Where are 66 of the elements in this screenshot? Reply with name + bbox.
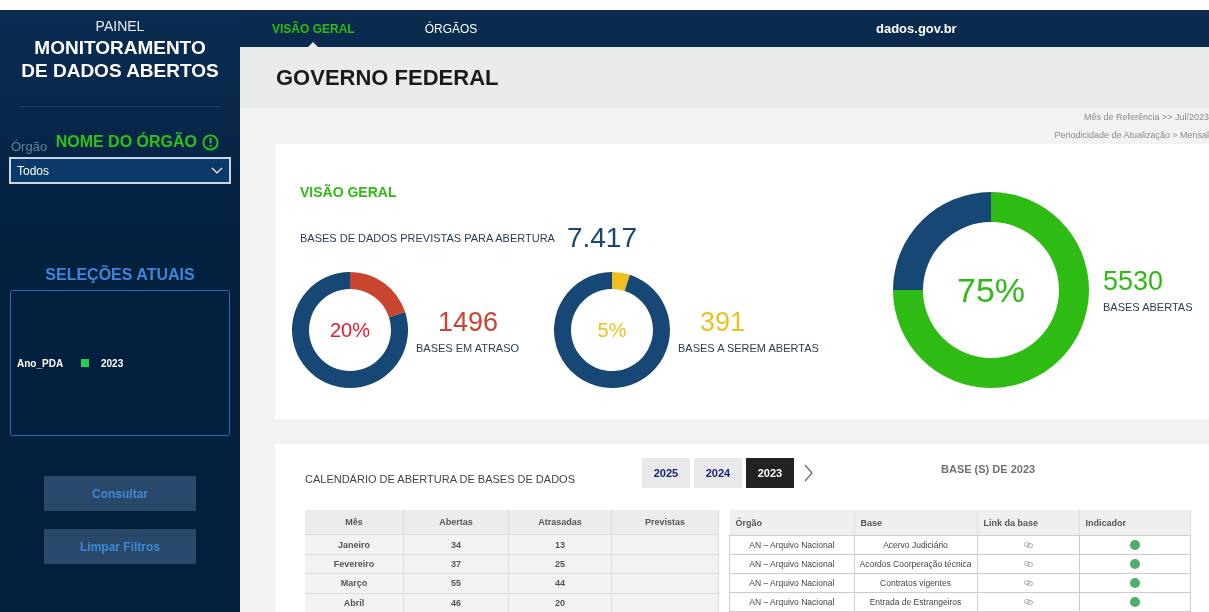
table-cell: 34 — [403, 535, 509, 555]
table-cell: Abril — [305, 593, 404, 612]
table-cell: AN – Arquivo Nacional — [729, 573, 854, 593]
panel-title: DE DADOS ABERTOS — [21, 59, 219, 82]
site-name[interactable]: dados.gov.br — [876, 21, 957, 36]
table-cell: AN – Arquivo Nacional — [729, 535, 854, 555]
gauge-label: BASES ABERTAS — [1103, 301, 1193, 314]
column-header: Indicador — [1079, 510, 1190, 536]
table-cell: Acervo Judiciário — [854, 535, 977, 555]
link-icon[interactable] — [1023, 542, 1033, 548]
table-cell: 37 — [403, 554, 509, 574]
column-header: Previstas — [611, 510, 719, 535]
link-icon[interactable] — [1023, 561, 1033, 567]
link-icon[interactable] — [1023, 599, 1033, 605]
year-tab[interactable]: 2025 — [642, 458, 690, 488]
column-header: Base — [854, 510, 977, 536]
selection-field: Ano_PDA — [17, 357, 81, 369]
chevron-right-icon[interactable] — [803, 464, 813, 482]
year-tab[interactable]: 2023 — [746, 458, 794, 488]
column-header: Órgão — [729, 510, 854, 536]
organ-dropdown[interactable]: Todos — [9, 157, 231, 184]
table-cell: 55 — [403, 573, 509, 594]
panel-subtitle: PAINEL — [95, 18, 145, 34]
count-value: 1496 — [438, 306, 500, 338]
info-icon[interactable] — [202, 133, 219, 151]
column-header: Mês — [305, 510, 404, 535]
panel-title: MONITORAMENTO — [33, 36, 207, 59]
table-cell: AN – Arquivo Nacional — [729, 592, 854, 612]
meta-text: Periodicidade de Atualização » Mensal — [1054, 129, 1209, 143]
table-cell: 46 — [403, 593, 509, 612]
selection-value: 2023 — [101, 357, 124, 369]
count-value: 5530 — [1103, 266, 1165, 298]
table-cell: Fevereiro — [305, 554, 404, 574]
section-heading: CALENDÁRIO DE ABERTURA DE BASES DE DADOS — [305, 473, 576, 487]
percent-value: 75% — [956, 270, 1026, 309]
gauge-label: BASES EM ATRASO — [416, 341, 520, 354]
column-header: Atrasadas — [508, 510, 612, 535]
table-cell: 44 — [508, 573, 612, 594]
year-tab[interactable]: 2024 — [694, 458, 742, 488]
total-value: 7.417 — [566, 222, 637, 255]
column-header: Abertas — [403, 510, 509, 535]
column-header: Link da base — [977, 510, 1079, 536]
table-cell: 20 — [508, 593, 612, 612]
table-cell: 25 — [508, 554, 612, 574]
chevron-down-icon — [211, 166, 223, 175]
table-cell: Março — [305, 573, 404, 594]
nav-tab[interactable]: ÓRGÃOS — [424, 10, 478, 47]
count-value: 391 — [700, 306, 747, 338]
table-cell: Acordos Coorperação técnica — [854, 554, 977, 574]
filter-heading: NOME DO ÓRGÃO — [55, 133, 197, 151]
table-cell: AN – Arquivo Nacional — [729, 554, 854, 574]
section-heading: BASE (S) DE 2023 — [941, 463, 1036, 477]
percent-value: 20% — [330, 318, 370, 341]
table-cell: Janeiro — [305, 535, 404, 555]
selections-heading: SELEÇÕES ATUAIS — [45, 266, 195, 284]
total-label: BASES DE DADOS PREVISTAS PARA ABERTURA — [300, 232, 555, 245]
gauge-label: BASES A SEREM ABERTAS — [678, 341, 819, 354]
link-icon[interactable] — [1023, 580, 1033, 586]
table-cell: Entrada de Estrangeiros — [854, 592, 977, 612]
percent-value: 5% — [597, 318, 627, 341]
table-cell: Contratos vigentes — [854, 573, 977, 593]
table-cell: 13 — [508, 535, 612, 555]
meta-text: Mês de Referência >> Jul/2023 — [1083, 111, 1209, 125]
field-label: Órgão — [11, 139, 48, 154]
page-title: GOVERNO FEDERAL — [276, 64, 499, 91]
section-heading: VISÃO GERAL — [300, 184, 398, 201]
